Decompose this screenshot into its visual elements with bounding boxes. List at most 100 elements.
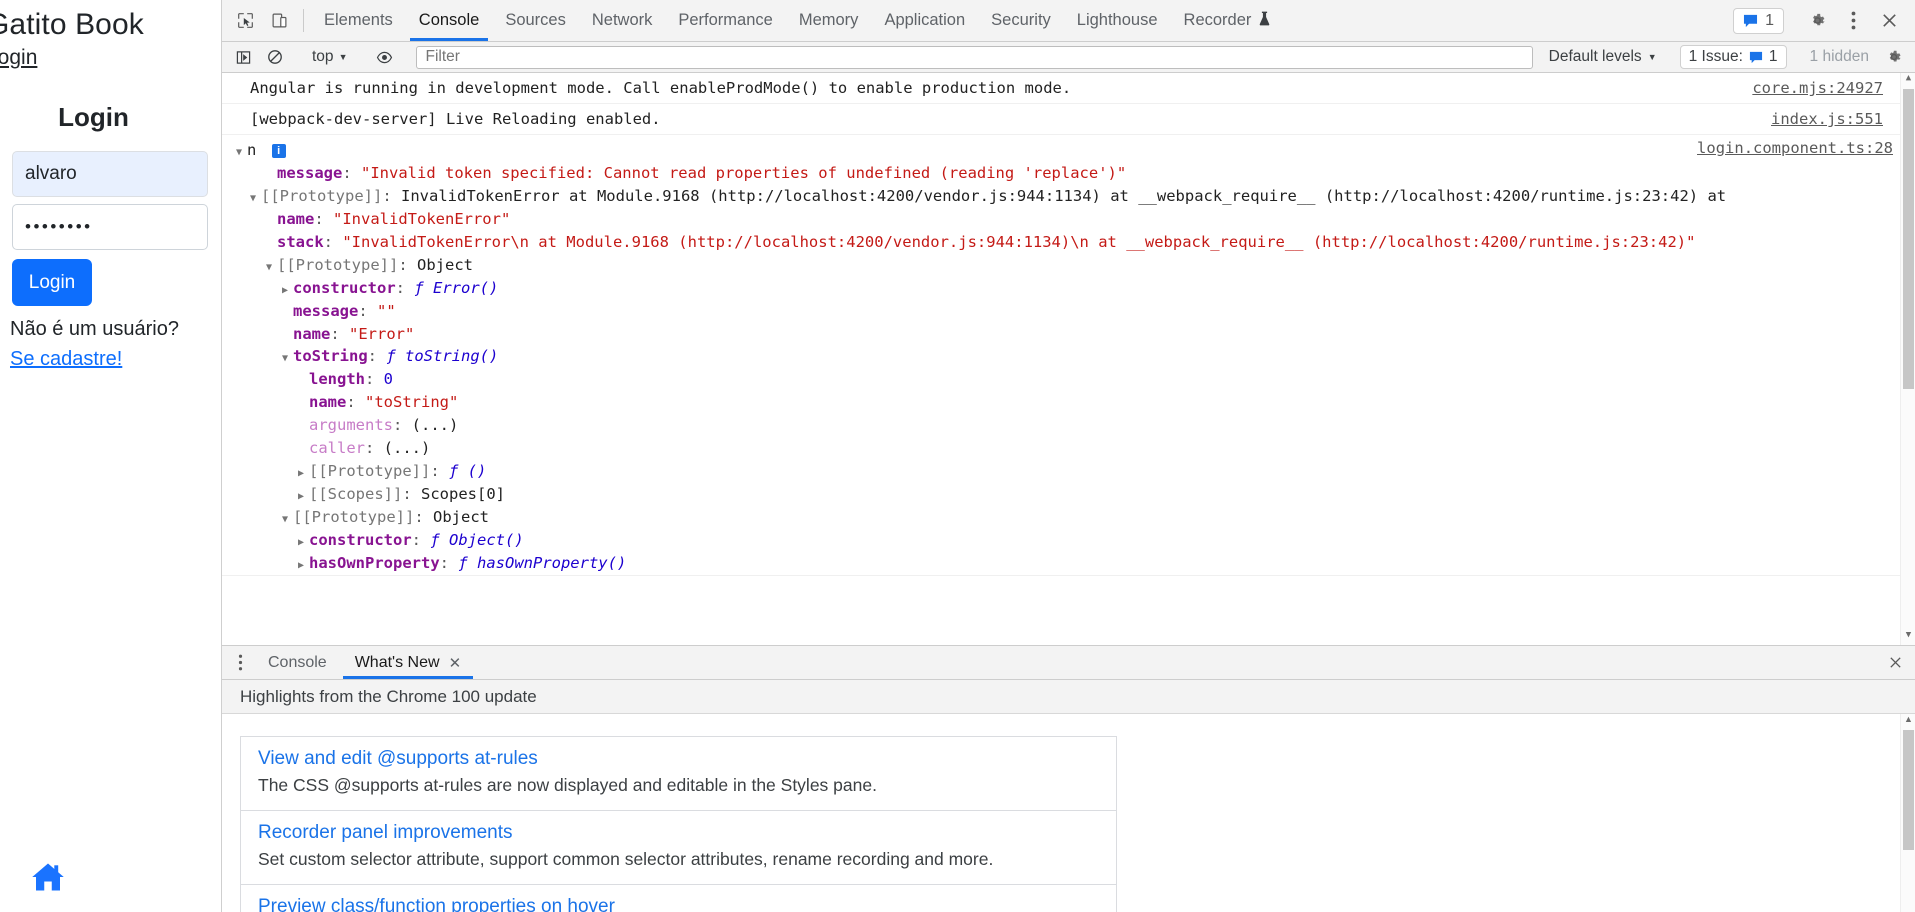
object-property-row[interactable]: [[Scopes]]: Scopes[0] (222, 483, 1905, 506)
object-property-row[interactable]: [[Prototype]]: Object (222, 254, 1905, 277)
chevron-right-icon[interactable] (298, 529, 309, 552)
scroll-down-arrow[interactable]: ▼ (1901, 630, 1915, 645)
tab-console[interactable]: Console (406, 0, 493, 41)
whats-new-card[interactable]: View and edit @supports at-rules The CSS… (240, 736, 1117, 811)
object-property-tree[interactable]: message: "Invalid token specified: Canno… (222, 162, 1905, 575)
login-submit-button[interactable]: Login (12, 259, 92, 306)
object-property-row[interactable]: hasOwnProperty: ƒ hasOwnProperty() (222, 552, 1905, 575)
tab-performance[interactable]: Performance (665, 0, 785, 41)
object-property-row[interactable]: [[Prototype]]: Object (222, 506, 1905, 529)
console-message-source[interactable]: login.component.ts:28 (1697, 139, 1893, 157)
scrollbar-thumb[interactable] (1903, 730, 1914, 850)
chevron-right-icon[interactable] (298, 483, 309, 506)
console-message[interactable]: [webpack-dev-server] Live Reloading enab… (222, 104, 1915, 135)
chevron-right-icon[interactable] (282, 277, 293, 300)
chevron-down-icon[interactable] (282, 506, 293, 529)
tab-memory[interactable]: Memory (786, 0, 872, 41)
inspect-element-icon[interactable] (228, 0, 262, 41)
console-sidebar-icon[interactable] (228, 44, 258, 70)
log-levels-selector[interactable]: Default levels ▼ (1541, 48, 1665, 66)
property-value: "Invalid token specified: Cannot read pr… (361, 163, 1127, 182)
device-toolbar-icon[interactable] (262, 0, 296, 41)
console-filter-input[interactable] (416, 45, 1533, 69)
object-property-row[interactable]: message: "Invalid token specified: Canno… (222, 162, 1905, 185)
property-key: name (277, 209, 315, 228)
object-property-row[interactable]: constructor: ƒ Error() (222, 277, 1905, 300)
console-settings-gear-icon[interactable] (1879, 44, 1909, 70)
object-property-row[interactable]: message: "" (222, 300, 1905, 323)
console-output[interactable]: Angular is running in development mode. … (222, 73, 1915, 645)
property-key: message (277, 163, 343, 182)
tab-performance-label: Performance (678, 11, 773, 29)
console-scrollbar[interactable]: ▲ ▼ (1900, 73, 1915, 645)
object-property-row[interactable]: [[Prototype]]: ƒ () (222, 460, 1905, 483)
signup-prompt-text: Não é um usuário? (10, 318, 179, 340)
object-property-row[interactable]: name: "Error" (222, 323, 1905, 346)
kebab-menu-icon[interactable] (1835, 6, 1871, 36)
chevron-down-icon[interactable] (236, 139, 247, 162)
object-property-row[interactable]: [[Prototype]]: InvalidTokenError at Modu… (222, 185, 1905, 208)
scrollbar-thumb[interactable] (1903, 89, 1914, 389)
tab-recorder[interactable]: Recorder (1171, 0, 1285, 41)
property-key: toString (293, 347, 368, 366)
signup-link[interactable]: Se cadastre! (10, 348, 122, 370)
object-property-row[interactable]: constructor: ƒ Object() (222, 529, 1905, 552)
execution-context-selector[interactable]: top ▼ (305, 45, 354, 69)
home-icon[interactable] (28, 859, 68, 900)
close-icon[interactable] (1871, 6, 1907, 36)
whats-new-body[interactable]: View and edit @supports at-rules The CSS… (222, 714, 1915, 912)
chevron-right-icon[interactable] (298, 460, 309, 483)
whats-new-card[interactable]: Preview class/function properties on hov… (240, 884, 1117, 912)
property-value: "" (377, 301, 396, 320)
chevron-down-icon[interactable] (282, 345, 293, 368)
tab-memory-label: Memory (798, 11, 859, 29)
chevron-down-icon[interactable] (250, 185, 261, 208)
object-property-row[interactable]: caller: (...) (222, 437, 1905, 460)
tab-security[interactable]: Security (978, 0, 1064, 41)
whats-new-scrollbar[interactable]: ▲ (1900, 714, 1915, 912)
scroll-up-arrow[interactable]: ▲ (1901, 73, 1915, 88)
object-property-row[interactable]: name: "InvalidTokenError" (222, 208, 1905, 231)
console-error-object-group[interactable]: login.component.ts:28 n i message: "Inva… (222, 135, 1915, 576)
whats-new-card-title[interactable]: View and edit @supports at-rules (258, 748, 1099, 770)
tab-lighthouse[interactable]: Lighthouse (1064, 0, 1171, 41)
tab-elements-label: Elements (324, 11, 393, 29)
console-message[interactable]: Angular is running in development mode. … (222, 73, 1915, 104)
tab-sources[interactable]: Sources (492, 0, 579, 41)
app-brand-title: Gatito Book (0, 8, 144, 41)
username-input[interactable]: alvaro (12, 151, 208, 197)
issues-counter-button[interactable]: 1 (1733, 7, 1784, 34)
chevron-right-icon[interactable] (298, 552, 309, 575)
object-property-row[interactable]: name: "toString" (222, 391, 1905, 414)
chevron-down-icon[interactable] (266, 254, 277, 277)
gear-icon[interactable] (1799, 6, 1835, 36)
object-group-header[interactable]: n i (222, 139, 1905, 162)
close-icon[interactable]: ✕ (449, 654, 462, 672)
whats-new-card-title[interactable]: Preview class/function properties on hov… (258, 896, 1099, 912)
console-message-source[interactable]: core.mjs:24927 (1732, 77, 1905, 99)
drawer-tab-whats-new[interactable]: What's New ✕ (341, 646, 475, 679)
drawer-tab-console[interactable]: Console (254, 646, 341, 679)
object-property-row[interactable]: stack: "InvalidTokenError\n at Module.91… (222, 231, 1905, 254)
tab-application[interactable]: Application (871, 0, 978, 41)
property-key: [[Prototype]] (261, 186, 383, 205)
tab-network[interactable]: Network (579, 0, 666, 41)
whats-new-card[interactable]: Recorder panel improvements Set custom s… (240, 810, 1117, 885)
clear-console-icon[interactable] (260, 44, 290, 70)
object-property-row[interactable]: arguments: (...) (222, 414, 1905, 437)
whats-new-card-list: View and edit @supports at-rules The CSS… (222, 714, 1117, 912)
console-issues-chip[interactable]: 1 Issue: 1 (1679, 45, 1787, 69)
whats-new-card-title[interactable]: Recorder panel improvements (258, 822, 1099, 844)
console-message-source[interactable]: index.js:551 (1751, 108, 1905, 130)
drawer-close-icon[interactable] (1875, 646, 1915, 679)
property-key: [[Scopes]] (309, 485, 403, 504)
live-expression-icon[interactable] (369, 44, 399, 70)
tab-elements[interactable]: Elements (311, 0, 406, 41)
nav-link-login[interactable]: Login (0, 46, 221, 80)
scroll-up-arrow[interactable]: ▲ (1901, 714, 1915, 729)
password-input[interactable]: •••••••• (12, 204, 208, 250)
tab-security-label: Security (991, 11, 1051, 29)
object-property-row[interactable]: toString: ƒ toString() (222, 345, 1905, 368)
object-property-row[interactable]: length: 0 (222, 368, 1905, 391)
drawer-more-icon[interactable] (226, 646, 254, 679)
